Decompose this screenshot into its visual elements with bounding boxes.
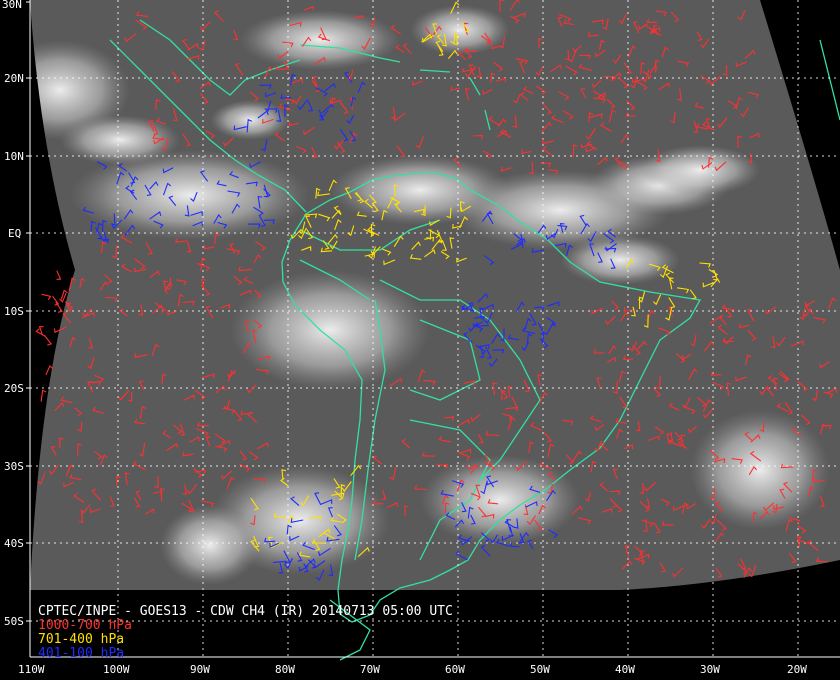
cloud-mass (230, 270, 430, 390)
lat-label: 20N (4, 72, 24, 85)
lon-label: 40W (615, 663, 635, 676)
cloud-mass (690, 410, 830, 530)
lon-label: 70W (360, 663, 380, 676)
lon-label: 60W (445, 663, 465, 676)
lat-label: 50S (4, 615, 24, 628)
lon-label: 100W (103, 663, 130, 676)
lat-label: 10N (4, 150, 24, 163)
satellite-wind-map: 30N 20N 10N EQ 10S 20S 30S 40S 50S 110W … (0, 0, 840, 680)
legend-high-level: 401-100 hPa (38, 646, 125, 661)
lon-label: 30W (700, 663, 720, 676)
lon-label: 90W (190, 663, 210, 676)
lat-label: 20S (4, 382, 24, 395)
lat-label: 40S (4, 537, 24, 550)
lon-label: 20W (787, 663, 807, 676)
lon-label: 110W (18, 663, 45, 676)
lon-label: 80W (275, 663, 295, 676)
lat-label: 10S (4, 305, 24, 318)
cloud-mass (160, 505, 260, 585)
lat-label: 30N (2, 0, 22, 11)
legend-mid-level: 701-400 hPa (38, 632, 125, 647)
satellite-image (30, 0, 840, 590)
lon-label: 50W (530, 663, 550, 676)
cloud-mass (560, 235, 680, 285)
lat-label: 30S (4, 460, 24, 473)
legend-low-level: 1000-700 hPa (38, 618, 132, 633)
product-title: CPTEC/INPE - GOES13 - CDW CH4 (IR) 20140… (38, 604, 453, 619)
lat-label: EQ (8, 227, 21, 240)
